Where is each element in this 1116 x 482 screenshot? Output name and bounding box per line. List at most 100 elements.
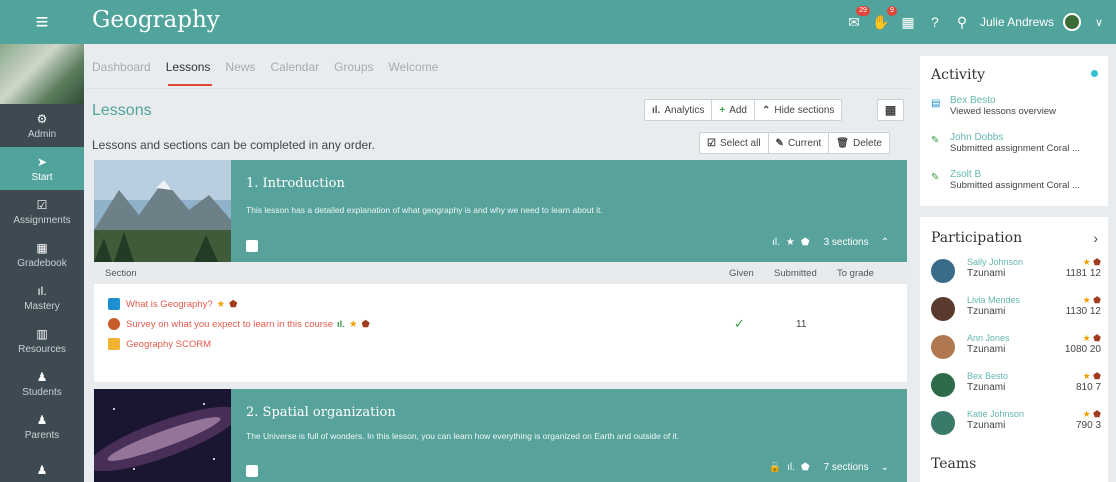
section-name: Geography SCORM bbox=[126, 338, 212, 350]
analytics-button[interactable]: ıl. Analytics bbox=[645, 100, 713, 120]
lesson-header[interactable]: 1. Introduction This lesson has a detail… bbox=[94, 160, 907, 262]
sidebar-item-label: Admin bbox=[27, 128, 57, 140]
avatar[interactable] bbox=[1063, 13, 1081, 31]
participant-row[interactable]: Sally Johnson Tzunami ★ ⬟ 1181 12 bbox=[931, 257, 1101, 293]
grid-view-button[interactable]: ▦ bbox=[877, 99, 904, 121]
sidebar-item-label: Gradebook bbox=[17, 257, 67, 269]
bar-chart-icon[interactable]: ıl. bbox=[787, 462, 795, 473]
sidebar-item-mastery[interactable]: ıl. Mastery bbox=[0, 276, 84, 319]
shield-icon: ⬟ bbox=[361, 318, 370, 330]
participant-row[interactable]: Livia Mendes Tzunami ★ ⬟ 1130 12 bbox=[931, 295, 1101, 331]
alerts-icon[interactable]: ✋ 9 bbox=[872, 6, 897, 31]
stars-count: 810 bbox=[1075, 382, 1093, 393]
search-icon[interactable]: ⚲ bbox=[953, 13, 971, 31]
activity-text: Submitted assignment Coral ... bbox=[950, 143, 1080, 154]
chevron-down-icon[interactable]: ⌄ bbox=[881, 462, 889, 473]
sidebar: ⚙ Admin ➤ Start ☑ Assignments ▦ Gradebook ıl… bbox=[0, 44, 84, 482]
lesson-meta: ıl. ★ ⬟ 3 sections ⌃ bbox=[772, 237, 889, 248]
bar-chart-icon[interactable]: ıl. bbox=[772, 237, 780, 248]
col-submitted: Submitted bbox=[774, 267, 817, 279]
activity-item[interactable]: ✎ John Dobbs Submitted assignment Coral .… bbox=[931, 132, 1100, 154]
tab-calendar[interactable]: Calendar bbox=[270, 60, 319, 74]
plus-icon: + bbox=[719, 104, 726, 116]
delete-button[interactable]: 🗑 Delete bbox=[829, 133, 889, 153]
sidebar-item-start[interactable]: ➤ Start bbox=[0, 147, 84, 190]
page-subtitle: Lessons and sections can be completed in… bbox=[92, 138, 375, 152]
checkbox-icon: ☑ bbox=[707, 137, 716, 149]
help-icon[interactable]: ? bbox=[926, 13, 944, 31]
badges-count: 7 bbox=[1095, 382, 1101, 393]
select-all-label: Select all bbox=[719, 137, 761, 149]
activity-item[interactable]: ✎ Zsolt B Submitted assignment Coral ... bbox=[931, 169, 1100, 191]
grid-icon: ▦ bbox=[884, 103, 897, 117]
participant-row[interactable]: Bex Besto Tzunami ★ ⬟ 810 7 bbox=[931, 371, 1101, 407]
badges-count: 20 bbox=[1089, 344, 1101, 355]
lesson-header[interactable]: 2. Spatial organization The Universe is … bbox=[94, 389, 907, 482]
tab-welcome[interactable]: Welcome bbox=[389, 60, 439, 74]
table-row[interactable]: What is Geography? ★ ⬟ bbox=[94, 294, 907, 314]
tab-news[interactable]: News bbox=[225, 60, 255, 74]
app: ≡ Geography ✉ 29 ✋ 9 ▦ ? ⚲ Julie Andrews ∨… bbox=[0, 0, 1116, 482]
table-row[interactable]: Survey on what you expect to learn in th… bbox=[94, 314, 907, 334]
alerts-badge: 9 bbox=[887, 6, 897, 16]
menu-icon[interactable]: ≡ bbox=[0, 0, 84, 44]
page-icon: ▤ bbox=[931, 98, 941, 109]
table-row[interactable]: Geography SCORM bbox=[94, 334, 907, 354]
hide-sections-button[interactable]: ⌃ Hide sections bbox=[755, 100, 841, 120]
participation-title: Participation bbox=[931, 230, 1023, 246]
participant-name: Sally Johnson bbox=[967, 257, 1024, 267]
badges-count: 12 bbox=[1089, 306, 1101, 317]
sidebar-item-students[interactable]: ♟ Students bbox=[0, 362, 84, 405]
bar-chart-icon: ıl. bbox=[337, 318, 345, 330]
notifications-badge: 29 bbox=[856, 6, 870, 16]
chevron-up-icon: ⌃ bbox=[762, 104, 771, 116]
stars-count: 1130 bbox=[1065, 306, 1088, 317]
lesson-title: 2. Spatial organization bbox=[246, 405, 396, 420]
badges-count: 3 bbox=[1095, 420, 1101, 431]
avatar bbox=[931, 259, 955, 283]
shield-icon: ⬟ bbox=[800, 237, 810, 248]
sidebar-item-gradebook[interactable]: ▦ Gradebook bbox=[0, 233, 84, 276]
user-name[interactable]: Julie Andrews bbox=[980, 15, 1054, 29]
chevron-up-icon[interactable]: ⌃ bbox=[881, 237, 889, 248]
lesson-description: This lesson has a detailed explanation o… bbox=[246, 205, 603, 215]
current-button[interactable]: ✎ Current bbox=[769, 133, 830, 153]
col-section: Section bbox=[105, 267, 137, 279]
section-name: Survey on what you expect to learn in th… bbox=[126, 318, 334, 330]
sidebar-item-parents[interactable]: ♟ Parents bbox=[0, 405, 84, 448]
teams-title: Teams bbox=[931, 456, 977, 472]
calendar-icon[interactable]: ▦ bbox=[899, 13, 917, 31]
participant-row[interactable]: Ann Jones Tzunami ★ ⬟ 1080 20 bbox=[931, 333, 1101, 369]
lesson-thumbnail bbox=[94, 160, 231, 262]
trash-icon: 🗑 bbox=[836, 137, 849, 149]
star-icon: ★ bbox=[785, 237, 795, 248]
tab-dashboard[interactable]: Dashboard bbox=[92, 60, 151, 74]
chevron-down-icon[interactable]: ∨ bbox=[1090, 13, 1108, 31]
hide-sections-label: Hide sections bbox=[774, 104, 835, 116]
lesson-thumbnail bbox=[94, 389, 231, 482]
tab-groups[interactable]: Groups bbox=[334, 60, 373, 74]
select-all-button[interactable]: ☑ Select all bbox=[700, 133, 769, 153]
col-given: Given bbox=[729, 267, 754, 279]
lock-icon: 🔒 bbox=[768, 462, 782, 473]
sidebar-item-assignments[interactable]: ☑ Assignments bbox=[0, 190, 84, 233]
lesson-checkbox[interactable] bbox=[246, 240, 258, 252]
sidebar-item-admin[interactable]: ⚙ Admin bbox=[0, 104, 84, 147]
sidebar-item-resources[interactable]: ▥ Resources bbox=[0, 319, 84, 362]
scorm-icon bbox=[108, 338, 120, 350]
sidebar-item-more[interactable]: ♟ bbox=[0, 448, 84, 482]
participant-group: Tzunami bbox=[967, 306, 1006, 317]
sections-table-header: Section Given Submitted To grade bbox=[94, 262, 907, 284]
star-shield-icons: ★ ⬟ bbox=[1082, 257, 1101, 267]
activity-item[interactable]: ▤ Bex Besto Viewed lessons overview bbox=[931, 95, 1100, 117]
add-button[interactable]: + Add bbox=[712, 100, 755, 120]
course-title: Geography bbox=[92, 7, 220, 33]
participant-score: 810 7 bbox=[1076, 382, 1101, 393]
chevron-right-icon[interactable]: › bbox=[1093, 230, 1098, 246]
participant-name: Bex Besto bbox=[967, 371, 1009, 381]
participant-row[interactable]: Katie Johnson Tzunami ★ ⬟ 790 3 bbox=[931, 409, 1101, 445]
tab-lessons[interactable]: Lessons bbox=[166, 60, 211, 74]
lesson-checkbox[interactable] bbox=[246, 465, 258, 477]
notifications-icon[interactable]: ✉ 29 bbox=[845, 6, 870, 31]
person-icon: ♟ bbox=[36, 369, 48, 384]
